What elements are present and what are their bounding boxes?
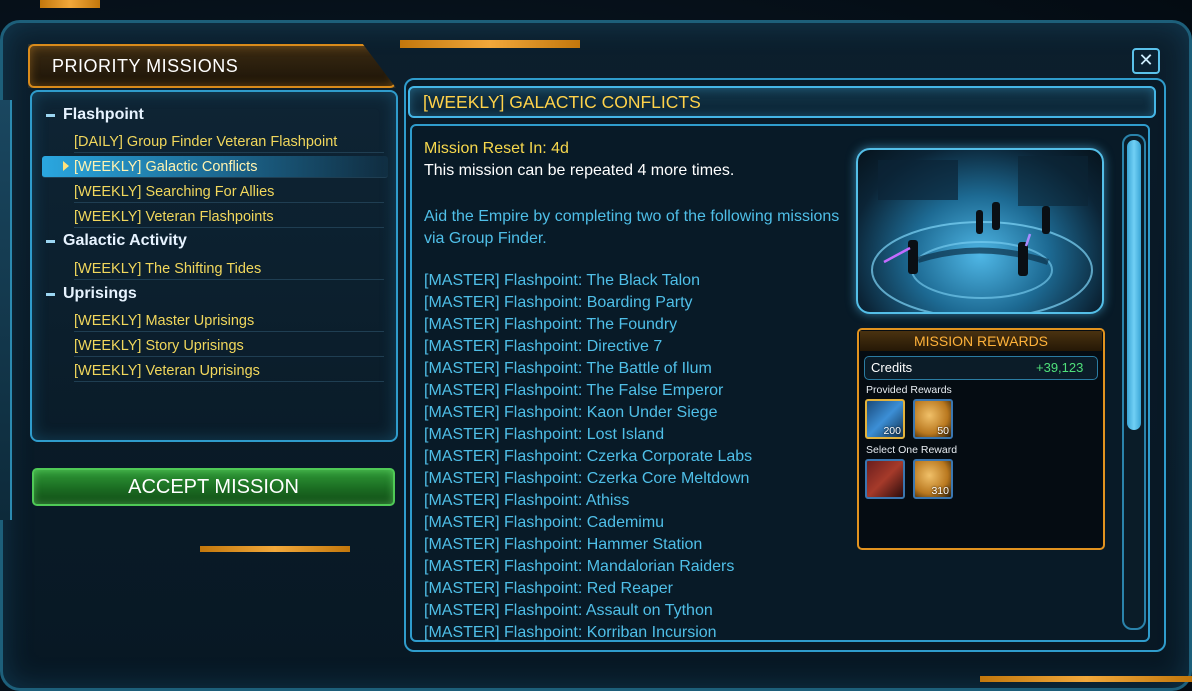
objective-item: [MASTER] Flashpoint: Athiss <box>424 492 630 509</box>
objective-item: [MASTER] Flashpoint: Hammer Station <box>424 536 703 553</box>
objective-item: [MASTER] Flashpoint: Mandalorian Raiders <box>424 558 735 575</box>
scroll-thumb[interactable] <box>1127 140 1141 430</box>
mission-item-selected[interactable]: [WEEKLY] Galactic Conflicts <box>42 156 388 178</box>
frame-trim <box>400 40 580 48</box>
category-flashpoint[interactable]: Flashpoint <box>46 106 144 124</box>
mission-item[interactable]: [WEEKLY] Master Uprisings <box>74 310 384 332</box>
mission-item[interactable]: [WEEKLY] Searching For Allies <box>74 181 384 203</box>
gold-ore-icon[interactable]: 50 <box>913 399 953 439</box>
objective-item: [MASTER] Flashpoint: The Battle of Ilum <box>424 360 712 377</box>
objective-item: [MASTER] Flashpoint: Boarding Party <box>424 294 693 311</box>
objective-item: [MASTER] Flashpoint: Red Reaper <box>424 580 673 597</box>
objective-item: [MASTER] Flashpoint: Kaon Under Siege <box>424 404 718 421</box>
preview-scene-icon <box>871 156 1093 312</box>
category-label: Uprisings <box>63 285 137 302</box>
objective-item: [MASTER] Flashpoint: Czerka Corporate La… <box>424 448 753 465</box>
objective-item: [MASTER] Flashpoint: The Black Talon <box>424 272 700 289</box>
objective-item: [MASTER] Flashpoint: Cademimu <box>424 514 665 531</box>
gold-ore-icon[interactable]: 310 <box>913 459 953 499</box>
mission-item[interactable]: [WEEKLY] Story Uprisings <box>74 335 384 357</box>
selected-arrow-icon <box>63 161 69 171</box>
objective-item: [MASTER] Flashpoint: Korriban Incursion <box>424 624 717 641</box>
objective-item: [MASTER] Flashpoint: Czerka Core Meltdow… <box>424 470 750 487</box>
objective-item: [MASTER] Flashpoint: Directive 7 <box>424 338 663 355</box>
mission-rewards-title: MISSION REWARDS <box>860 331 1102 351</box>
frame-decoration <box>0 100 12 520</box>
objective-item: [MASTER] Flashpoint: The False Emperor <box>424 382 724 399</box>
reward-qty: 200 <box>883 425 901 437</box>
select-one-reward-label: Select One Reward <box>866 444 958 456</box>
objective-item: [MASTER] Flashpoint: The Foundry <box>424 316 678 333</box>
mission-title: [WEEKLY] GALACTIC CONFLICTS <box>423 92 701 112</box>
category-galactic-activity[interactable]: Galactic Activity <box>46 232 187 250</box>
objective-item: [MASTER] Flashpoint: Lost Island <box>424 426 665 443</box>
priority-missions-title: PRIORITY MISSIONS <box>52 56 239 76</box>
provided-rewards-label: Provided Rewards <box>866 384 952 396</box>
category-label: Flashpoint <box>63 106 144 123</box>
crate-icon[interactable] <box>865 459 905 499</box>
collapse-icon <box>46 239 55 243</box>
mission-item[interactable]: [DAILY] Group Finder Veteran Flashpoint <box>74 131 384 153</box>
mission-item[interactable]: [WEEKLY] Veteran Uprisings <box>74 360 384 382</box>
category-label: Galactic Activity <box>63 232 187 249</box>
mission-preview-image <box>856 148 1104 314</box>
mission-item[interactable]: [WEEKLY] The Shifting Tides <box>74 258 384 280</box>
accept-mission-button[interactable]: ACCEPT MISSION <box>32 468 395 506</box>
credits-value: +39,123 <box>1036 360 1084 375</box>
frame-trim <box>200 546 350 552</box>
collapse-icon <box>46 113 55 117</box>
reward-qty: 310 <box>931 485 949 497</box>
reward-qty: 50 <box>937 425 949 437</box>
mission-objective-list: [MASTER] Flashpoint: The Black Talon [MA… <box>424 270 844 644</box>
mission-reset: Mission Reset In: 4d <box>424 140 569 157</box>
frame-trim <box>980 676 1192 682</box>
frame-trim <box>40 0 100 8</box>
mission-description: Aid the Empire by completing two of the … <box>424 208 840 247</box>
credits-label: Credits <box>871 360 913 375</box>
mission-item[interactable]: [WEEKLY] Veteran Flashpoints <box>74 206 384 228</box>
objective-item: [MASTER] Flashpoint: Assault on Tython <box>424 602 713 619</box>
close-button[interactable]: ✕ <box>1132 48 1160 74</box>
collapse-icon <box>46 292 55 296</box>
category-uprisings[interactable]: Uprisings <box>46 285 137 303</box>
conquest-data-icon[interactable]: 200 <box>865 399 905 439</box>
mission-repeat: This mission can be repeated 4 more time… <box>424 162 735 179</box>
